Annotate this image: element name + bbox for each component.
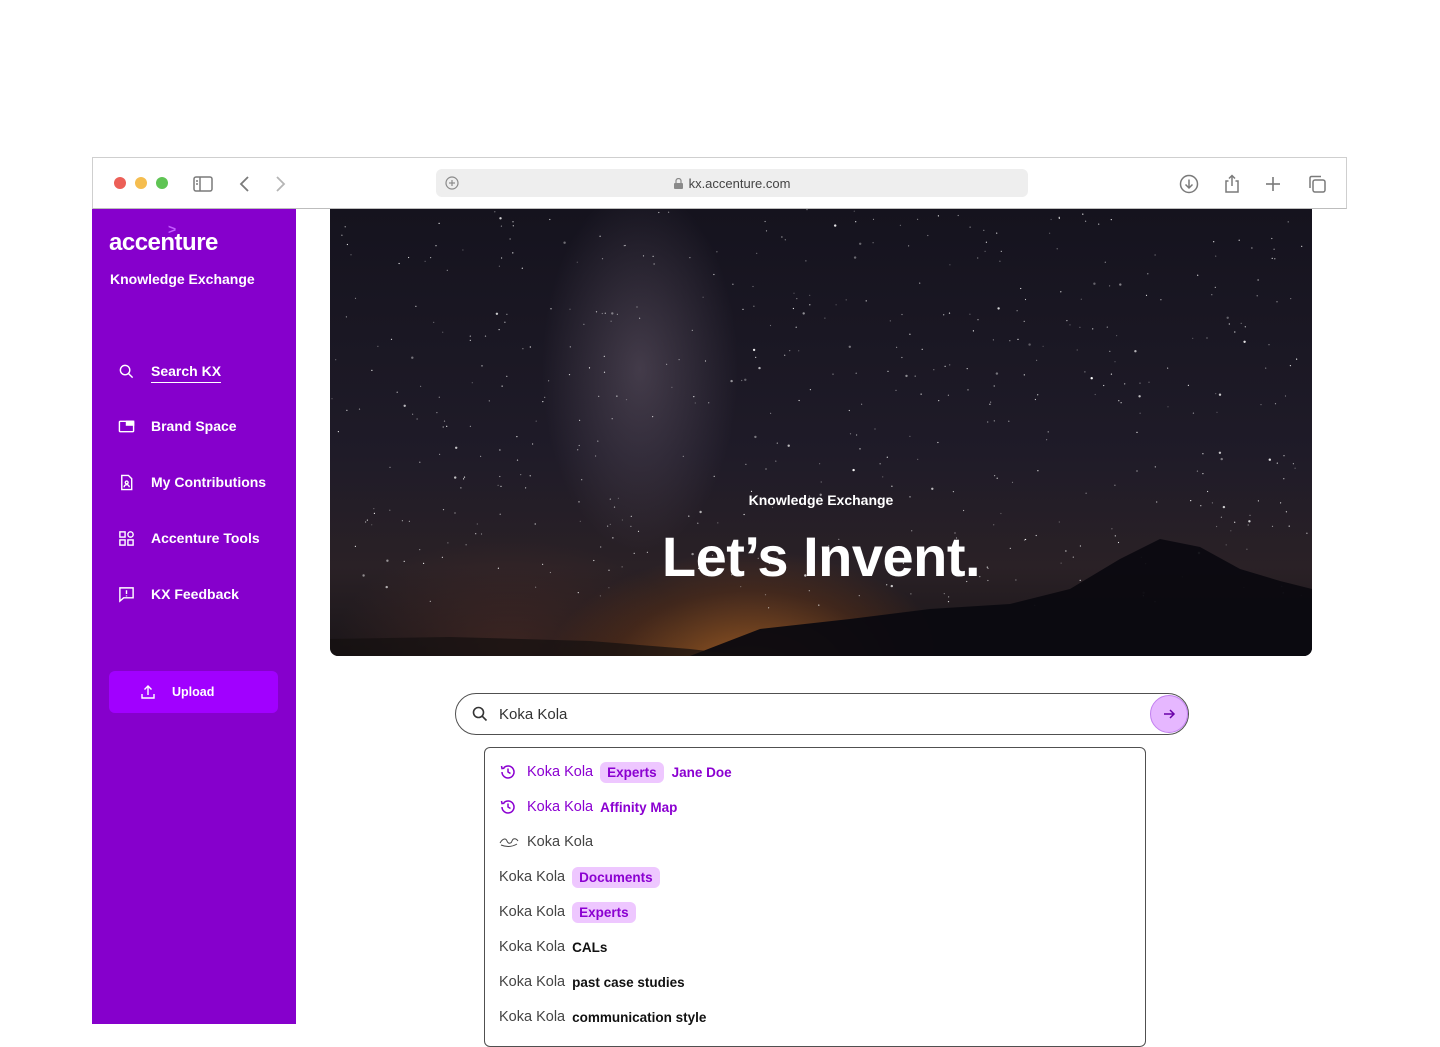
arrow-right-icon: [1164, 709, 1176, 719]
sidebar-item-brand-space[interactable]: Brand Space: [118, 414, 288, 438]
suggestion-item[interactable]: Koka Kola communication style: [499, 1005, 706, 1029]
suggestion-query: Koka Kola: [527, 764, 594, 780]
category-pill: Documents: [572, 866, 660, 888]
suggestion-refinement: communication style: [572, 1009, 707, 1025]
suggestion-query: Koka Kola: [527, 799, 594, 815]
suggestion-query: Koka Kola: [499, 974, 566, 990]
maximize-window-button[interactable]: [156, 177, 168, 189]
suggestion-query: Koka Kola: [527, 834, 594, 850]
site-name: Knowledge Exchange: [110, 271, 255, 287]
close-window-button[interactable]: [114, 177, 126, 189]
upload-button[interactable]: Upload: [109, 671, 278, 713]
url-text: kx.accenture.com: [688, 175, 791, 191]
sidebar-item-search-kx[interactable]: Search KX: [118, 359, 288, 383]
sidebar-item-kx-feedback[interactable]: KX Feedback: [118, 582, 288, 606]
sidebar-item-label: Search KX: [151, 359, 222, 383]
suggestion-item[interactable]: Koka Kola Experts Jane Doe: [499, 760, 732, 784]
suggestion-refinement: Affinity Map: [600, 799, 678, 815]
address-bar[interactable]: kx.accenture.com: [436, 169, 1028, 197]
search-input[interactable]: [499, 703, 1139, 725]
feedback-icon: [118, 586, 135, 603]
grid-tools-icon: [118, 530, 135, 547]
suggestion-refinement: CALs: [572, 939, 608, 955]
search-icon: [118, 363, 135, 380]
new-tab-icon[interactable]: [1261, 172, 1285, 196]
suggestion-refinement: Jane Doe: [671, 764, 732, 780]
suggestion-refinement: past case studies: [572, 974, 685, 990]
suggestion-query: Koka Kola: [499, 904, 566, 920]
suggestion-item[interactable]: Koka Kola Affinity Map: [499, 795, 677, 819]
search-submit-button[interactable]: [1150, 695, 1188, 733]
browser-toolbar: kx.accenture.com: [92, 157, 1347, 209]
suggestion-query: Koka Kola: [499, 1009, 566, 1025]
sidebar-toggle-icon[interactable]: [191, 172, 215, 196]
document-user-icon: [118, 474, 135, 491]
sidebar-item-label: KX Feedback: [151, 586, 239, 602]
suggestion-item[interactable]: Koka Kola Documents: [499, 865, 668, 889]
category-pill: Experts: [572, 901, 636, 923]
search-icon: [472, 706, 488, 722]
suggestion-query: Koka Kola: [499, 939, 566, 955]
logo-text: accenture: [109, 229, 218, 256]
share-icon[interactable]: [1220, 172, 1244, 196]
sidebar-item-label: Brand Space: [151, 418, 237, 434]
suggestion-item[interactable]: Koka Kola Experts: [499, 900, 644, 924]
upload-label: Upload: [172, 685, 215, 699]
download-icon[interactable]: [1177, 172, 1201, 196]
hero-title: Let’s Invent.: [661, 525, 981, 588]
brand-logo-icon: [499, 838, 519, 847]
logo-greater-than-mark: >: [168, 221, 176, 237]
minimize-window-button[interactable]: [135, 177, 147, 189]
sidebar-item-my-contributions[interactable]: My Contributions: [118, 470, 288, 494]
category-pill: Experts: [600, 761, 664, 783]
sidebar-item-label: Accenture Tools: [151, 530, 260, 546]
lock-icon: [673, 177, 683, 189]
back-icon[interactable]: [233, 172, 257, 196]
site-settings-icon[interactable]: [444, 175, 460, 191]
upload-icon: [141, 685, 155, 699]
suggestion-item[interactable]: Koka Kola CALs: [499, 935, 607, 959]
search-bar: [455, 693, 1189, 735]
hero-kicker: Knowledge Exchange: [748, 492, 894, 508]
suggestion-query: Koka Kola: [499, 869, 566, 885]
search-suggestions: Koka Kola Experts Jane Doe Koka Kola Aff…: [484, 747, 1146, 1047]
history-icon: [500, 800, 515, 814]
sidebar-item-label: My Contributions: [151, 474, 267, 490]
accenture-logo[interactable]: > accenture: [109, 221, 218, 257]
hero-banner: Knowledge Exchange Let’s Invent.: [330, 209, 1312, 656]
tab-overview-icon[interactable]: [1305, 172, 1329, 196]
sidebar-item-accenture-tools[interactable]: Accenture Tools: [118, 526, 288, 550]
sidebar: > accenture Knowledge Exchange Search KX…: [92, 209, 296, 1024]
forward-icon[interactable]: [268, 172, 292, 196]
history-icon: [500, 765, 515, 779]
suggestion-item[interactable]: Koka Kola past case studies: [499, 970, 685, 994]
folder-icon: [118, 418, 135, 435]
suggestion-item[interactable]: Koka Kola: [499, 830, 600, 854]
